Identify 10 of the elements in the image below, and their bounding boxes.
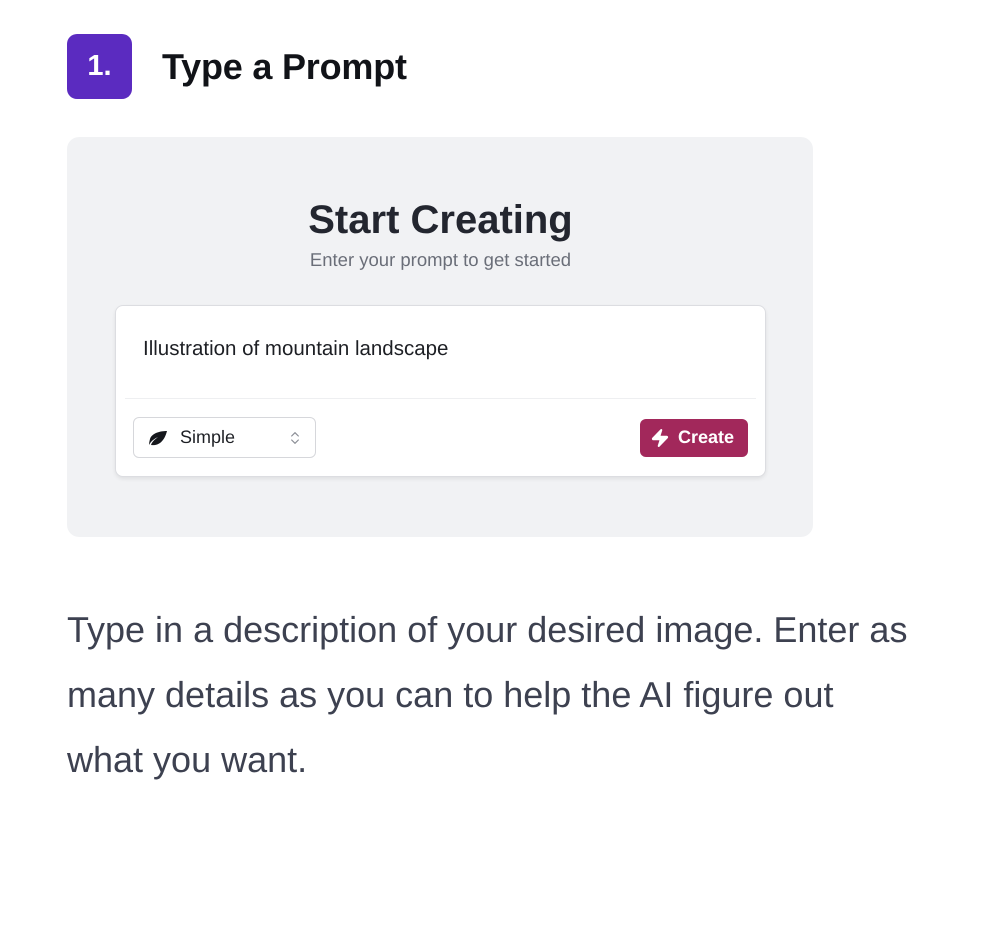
preview-subtitle: Enter your prompt to get started	[310, 249, 572, 271]
preview-title: Start Creating	[308, 197, 573, 243]
prompt-field[interactable]: Illustration of mountain landscape	[116, 306, 765, 398]
mode-select[interactable]: Simple	[133, 417, 316, 458]
description-paragraph: Type in a description of your desired image. Enter as many details as you can to help the AI figure out what you want.	[67, 608, 908, 782]
step-number-badge: 1.	[67, 34, 132, 99]
leaf-icon	[148, 430, 168, 446]
lightning-bolt-icon	[650, 428, 670, 448]
step-title: Type a Prompt	[162, 46, 407, 88]
create-button[interactable]: Create	[640, 418, 748, 456]
